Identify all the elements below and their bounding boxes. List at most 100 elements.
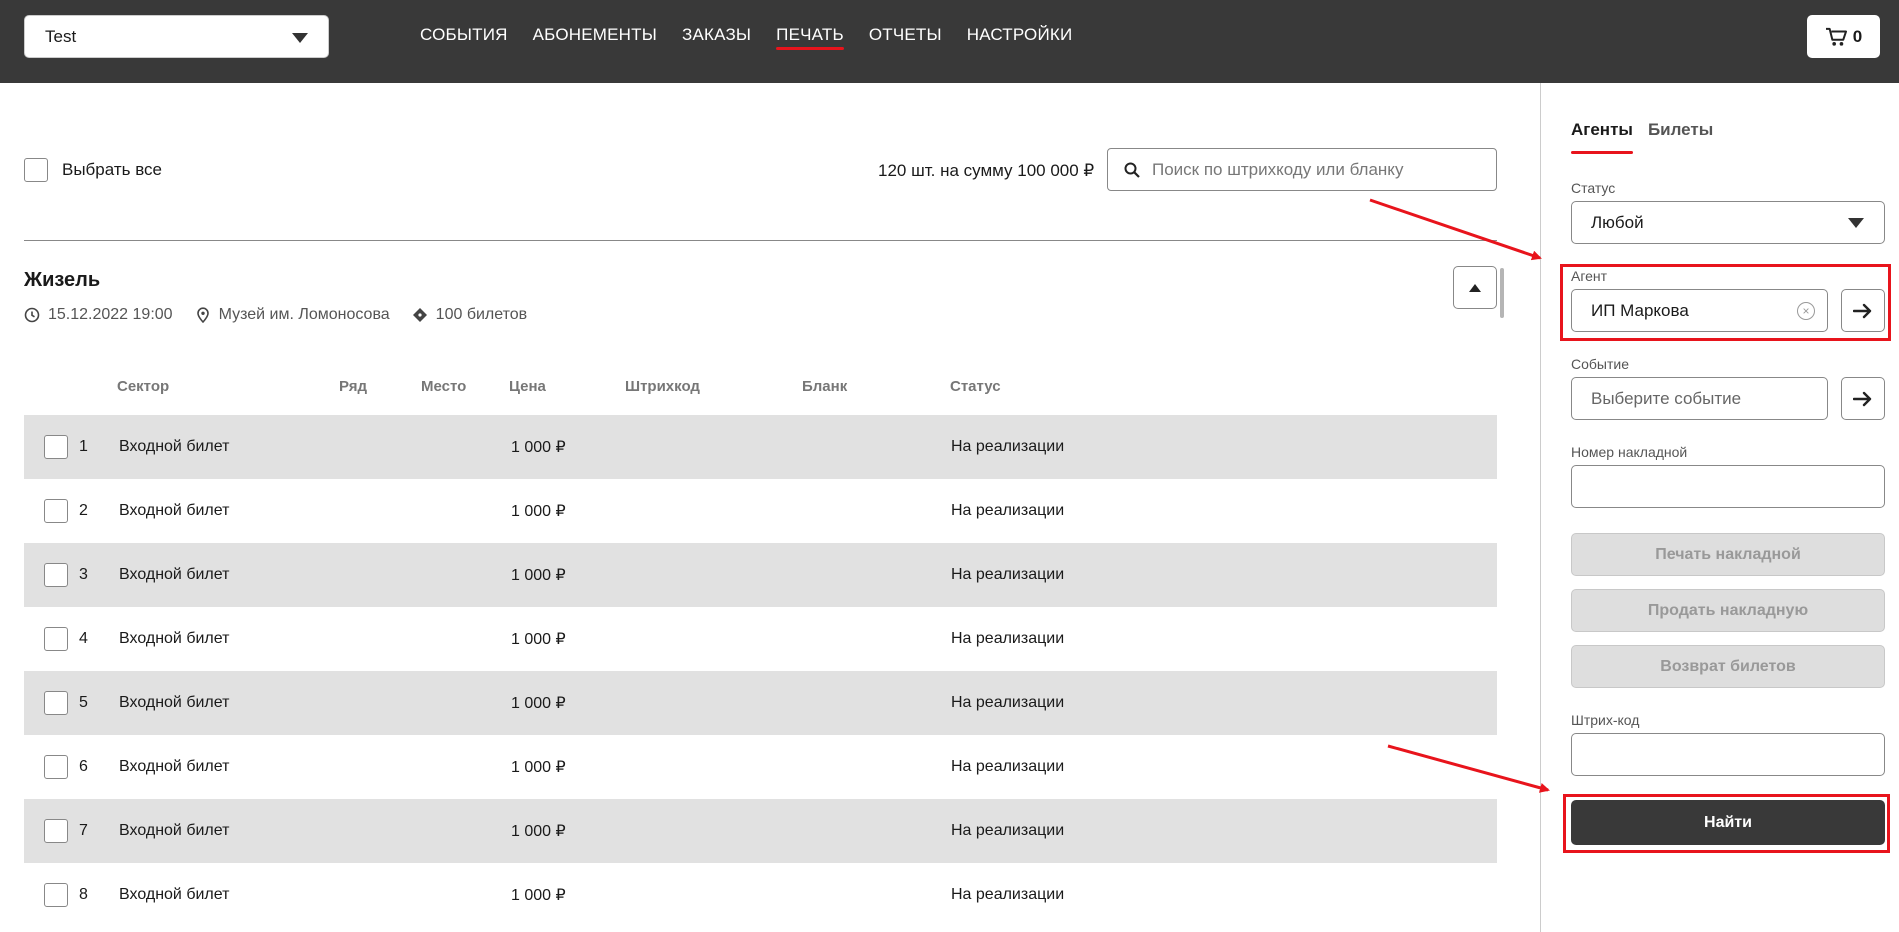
table-row: 1 Входной билет 1 000 ₽ На реализации	[24, 415, 1497, 479]
invoice-number-label: Номер накладной	[1571, 444, 1688, 460]
barcode-label: Штрих-код	[1571, 712, 1640, 728]
row-checkbox[interactable]	[44, 691, 68, 715]
row-sector: Входной билет	[119, 630, 230, 647]
top-bar: Test СОБЫТИЯ АБОНЕМЕНТЫ ЗАКАЗЫ ПЕЧАТЬ ОТ…	[0, 0, 1899, 83]
row-sector: Входной билет	[119, 566, 230, 583]
tab-tickets[interactable]: Билеты	[1648, 120, 1713, 154]
row-sector: Входной билет	[119, 822, 230, 839]
row-sector: Входной билет	[119, 886, 230, 903]
table-row: 7 Входной билет 1 000 ₽ На реализации	[24, 799, 1497, 863]
chevron-down-icon	[292, 33, 308, 43]
event-go-button[interactable]	[1841, 377, 1885, 420]
find-highlight-box	[1563, 794, 1890, 853]
main-nav: СОБЫТИЯ АБОНЕМЕНТЫ ЗАКАЗЫ ПЕЧАТЬ ОТЧЕТЫ …	[420, 0, 1097, 69]
select-all-label: Выбрать все	[62, 160, 162, 179]
ticket-icon	[412, 308, 427, 322]
event-datetime-text: 15.12.2022 19:00	[48, 306, 173, 323]
col-price: Цена	[509, 378, 546, 395]
col-blank: Бланк	[802, 378, 848, 395]
col-status: Статус	[950, 378, 1001, 395]
search-input[interactable]	[1152, 159, 1482, 180]
table-row: 5 Входной билет 1 000 ₽ На реализации	[24, 671, 1497, 735]
main-content: Выбрать все 120 шт. на сумму 100 000 ₽ Ж…	[0, 83, 1540, 932]
nav-print[interactable]: ПЕЧАТЬ	[776, 0, 844, 69]
location-pin-icon	[196, 307, 209, 323]
status-select[interactable]: Любой	[1571, 201, 1885, 244]
row-number: 5	[79, 694, 88, 711]
event-venue: Музей им. Ломоносова	[195, 306, 390, 324]
table-header: Сектор Ряд Место Цена Штрихкод Бланк Ста…	[0, 378, 1500, 398]
row-status: На реализации	[951, 438, 1065, 455]
row-price: 1 000 ₽	[511, 439, 566, 456]
row-checkbox[interactable]	[44, 435, 68, 459]
row-status: На реализации	[951, 694, 1065, 711]
col-row: Ряд	[339, 378, 368, 395]
search-icon	[1124, 162, 1140, 178]
table-row: 3 Входной билет 1 000 ₽ На реализации	[24, 543, 1497, 607]
row-price: 1 000 ₽	[511, 503, 566, 520]
tab-agents[interactable]: Агенты	[1571, 120, 1633, 154]
sell-invoice-button[interactable]: Продать накладную	[1571, 589, 1885, 632]
row-checkbox[interactable]	[44, 627, 68, 651]
row-checkbox[interactable]	[44, 563, 68, 587]
row-status: На реализации	[951, 758, 1065, 775]
row-price: 1 000 ₽	[511, 887, 566, 904]
row-sector: Входной билет	[119, 502, 230, 519]
event-title: Жизель	[24, 269, 101, 291]
invoice-number-input[interactable]	[1591, 476, 1884, 497]
row-sector: Входной билет	[119, 694, 230, 711]
row-checkbox[interactable]	[44, 755, 68, 779]
panel-tabs: Агенты Билеты	[1571, 120, 1713, 154]
nav-events[interactable]: СОБЫТИЯ	[420, 0, 508, 69]
scrollbar[interactable]	[1500, 268, 1504, 318]
row-number: 3	[79, 566, 88, 583]
ticket-table: 1 Входной билет 1 000 ₽ На реализации 2 …	[24, 415, 1497, 927]
chevron-up-icon	[1469, 283, 1481, 292]
row-number: 2	[79, 502, 88, 519]
invoice-number-field[interactable]	[1571, 465, 1885, 508]
row-status: На реализации	[951, 566, 1065, 583]
event-input[interactable]	[1591, 388, 1827, 409]
row-status: На реализации	[951, 630, 1065, 647]
nav-orders[interactable]: ЗАКАЗЫ	[682, 0, 751, 69]
return-tickets-button[interactable]: Возврат билетов	[1571, 645, 1885, 688]
col-seat: Место	[421, 378, 467, 395]
table-row: 2 Входной билет 1 000 ₽ На реализации	[24, 479, 1497, 543]
cart-button[interactable]: 0	[1807, 15, 1880, 58]
nav-settings[interactable]: НАСТРОЙКИ	[967, 0, 1073, 69]
status-select-value: Любой	[1591, 212, 1644, 232]
event-label: Событие	[1571, 356, 1629, 372]
select-all-checkbox[interactable]	[24, 158, 48, 182]
barcode-search[interactable]	[1107, 148, 1497, 191]
status-label: Статус	[1571, 180, 1616, 196]
selection-summary: 120 шт. на сумму 100 000 ₽	[878, 161, 1095, 180]
event-tickets: 100 билетов	[412, 306, 527, 324]
nav-subscriptions[interactable]: АБОНЕМЕНТЫ	[533, 0, 657, 69]
organization-select[interactable]: Test	[24, 15, 329, 58]
event-field[interactable]	[1571, 377, 1828, 420]
row-number: 4	[79, 630, 88, 647]
divider	[24, 240, 1497, 241]
row-status: На реализации	[951, 822, 1065, 839]
col-sector: Сектор	[117, 378, 170, 395]
print-invoice-button[interactable]: Печать накладной	[1571, 533, 1885, 576]
select-all[interactable]: Выбрать все	[24, 158, 162, 182]
event-meta: 15.12.2022 19:00 Музей им. Ломоносова 10…	[24, 306, 549, 324]
row-number: 1	[79, 438, 88, 455]
barcode-input[interactable]	[1591, 744, 1884, 765]
organization-select-value: Test	[45, 26, 77, 46]
table-row: 6 Входной билет 1 000 ₽ На реализации	[24, 735, 1497, 799]
cart-count: 0	[1852, 26, 1863, 46]
col-barcode: Штрихкод	[625, 378, 700, 395]
arrow-right-icon	[1853, 391, 1872, 406]
collapse-button[interactable]	[1453, 266, 1497, 309]
agent-highlight-box	[1560, 264, 1891, 341]
event-venue-text: Музей им. Ломоносова	[218, 306, 390, 323]
barcode-field[interactable]	[1571, 733, 1885, 776]
row-checkbox[interactable]	[44, 819, 68, 843]
row-price: 1 000 ₽	[511, 759, 566, 776]
nav-reports[interactable]: ОТЧЕТЫ	[869, 0, 942, 69]
row-checkbox[interactable]	[44, 499, 68, 523]
row-checkbox[interactable]	[44, 883, 68, 907]
event-datetime: 15.12.2022 19:00	[24, 306, 173, 324]
